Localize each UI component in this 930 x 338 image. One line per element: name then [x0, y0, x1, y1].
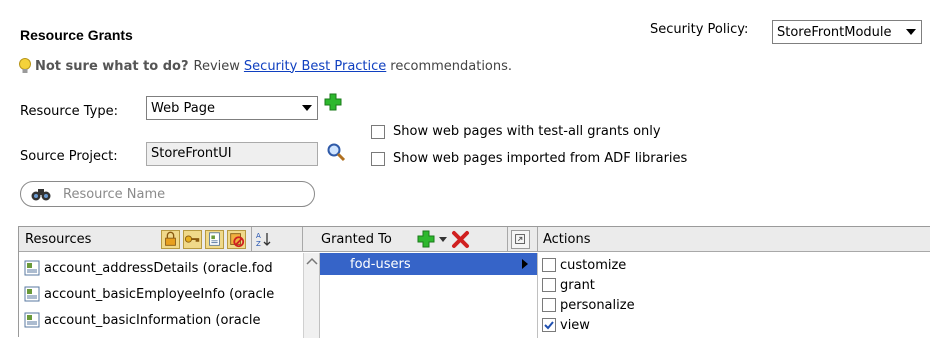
action-label: view — [560, 317, 590, 333]
magnifier-icon[interactable] — [326, 142, 346, 162]
table-row[interactable]: account_basicInformation (oracle — [24, 309, 300, 331]
resource-name: account_addressDetails (oracle.fod — [44, 260, 273, 276]
chevron-down-icon[interactable] — [439, 237, 447, 243]
svg-text:Z: Z — [256, 240, 261, 248]
test-all-option[interactable]: Show web pages with test-all grants only — [371, 124, 661, 139]
security-policy-select[interactable]: StoreFrontModule — [772, 20, 922, 44]
imported-checkbox[interactable] — [371, 151, 385, 166]
security-best-practice-link[interactable]: Security Best Practice — [244, 59, 386, 74]
binoculars-icon — [31, 189, 51, 201]
table-row[interactable]: account_basicEmployeeInfo (oracle — [24, 283, 300, 305]
action-checkbox[interactable] — [542, 278, 556, 292]
action-customize[interactable]: customize — [542, 255, 626, 275]
resource-search[interactable] — [20, 181, 315, 207]
col-resources-header: Resources — [25, 232, 92, 247]
resource-search-input[interactable] — [61, 185, 291, 203]
grants-table: Resources A Z Granted To Actions account… — [18, 226, 930, 338]
remove-grantee-icon[interactable] — [451, 230, 470, 249]
sort-az-icon[interactable]: A Z — [254, 230, 273, 249]
header-divider — [507, 227, 508, 252]
chevron-right-icon — [522, 259, 528, 269]
imported-label: Show web pages imported from ADF librari… — [393, 151, 688, 166]
hint-review: Review — [193, 58, 240, 74]
test-all-label: Show web pages with test-all grants only — [393, 124, 661, 139]
web-page-icon — [24, 260, 40, 276]
resource-name: account_basicInformation (oracle — [44, 312, 261, 328]
add-resource-type-icon[interactable] — [324, 93, 342, 111]
resource-name: account_basicEmployeeInfo (oracle — [44, 286, 275, 302]
source-project-label: Source Project: — [20, 149, 118, 164]
resource-type-value: Web Page — [151, 100, 215, 116]
svg-text:A: A — [256, 232, 261, 240]
action-checkbox-checked[interactable] — [542, 318, 556, 332]
action-label: personalize — [560, 297, 635, 313]
actions-list: customize grant personalize view — [537, 253, 930, 338]
list-item[interactable]: fod-users — [320, 253, 538, 275]
lightbulb-icon — [19, 58, 31, 73]
header-divider — [537, 227, 538, 252]
col-actions-header: Actions — [543, 232, 591, 247]
resources-scrollbar[interactable] — [303, 253, 319, 338]
action-checkbox[interactable] — [542, 258, 556, 272]
granted-to-list: fod-users — [319, 253, 538, 338]
web-page-icon — [24, 286, 40, 302]
expand-icon[interactable] — [511, 230, 530, 249]
check-icon — [544, 321, 554, 330]
key-icon[interactable] — [183, 230, 202, 249]
no-grants-icon[interactable] — [227, 230, 246, 249]
hint-tail: recommendations. — [390, 58, 513, 74]
resource-type-label: Resource Type: — [20, 104, 118, 119]
col-granted-to-header: Granted To — [321, 232, 392, 247]
action-personalize[interactable]: personalize — [542, 295, 635, 315]
add-grantee-icon[interactable] — [417, 230, 436, 249]
hint-bar: Not sure what to do? Review Security Bes… — [18, 58, 512, 74]
header-divider — [302, 227, 303, 252]
imported-option[interactable]: Show web pages imported from ADF librari… — [371, 151, 687, 166]
action-view[interactable]: view — [542, 315, 590, 335]
page-filter-icon[interactable] — [205, 230, 224, 249]
action-label: customize — [560, 257, 627, 273]
web-page-icon — [24, 312, 40, 328]
chevron-down-icon — [906, 29, 916, 35]
action-label: grant — [560, 277, 595, 293]
resource-type-select[interactable]: Web Page — [146, 96, 318, 120]
lock-icon[interactable] — [161, 230, 180, 249]
action-grant[interactable]: grant — [542, 275, 595, 295]
action-checkbox[interactable] — [542, 298, 556, 312]
security-policy-label: Security Policy: — [650, 22, 749, 37]
scroll-up-icon[interactable] — [306, 255, 318, 267]
grantee-name: fod-users — [350, 256, 411, 272]
source-project-field[interactable]: StoreFrontUI — [146, 142, 318, 166]
test-all-checkbox[interactable] — [371, 124, 385, 139]
table-header: Resources A Z Granted To Actions — [19, 227, 930, 252]
page-title: Resource Grants — [20, 27, 133, 43]
header-divider — [251, 227, 252, 252]
chevron-down-icon — [302, 105, 312, 111]
hint-question: Not sure what to do? — [35, 58, 189, 74]
security-policy-value: StoreFrontModule — [777, 24, 892, 40]
table-row[interactable]: account_addressDetails (oracle.fod — [24, 257, 300, 279]
